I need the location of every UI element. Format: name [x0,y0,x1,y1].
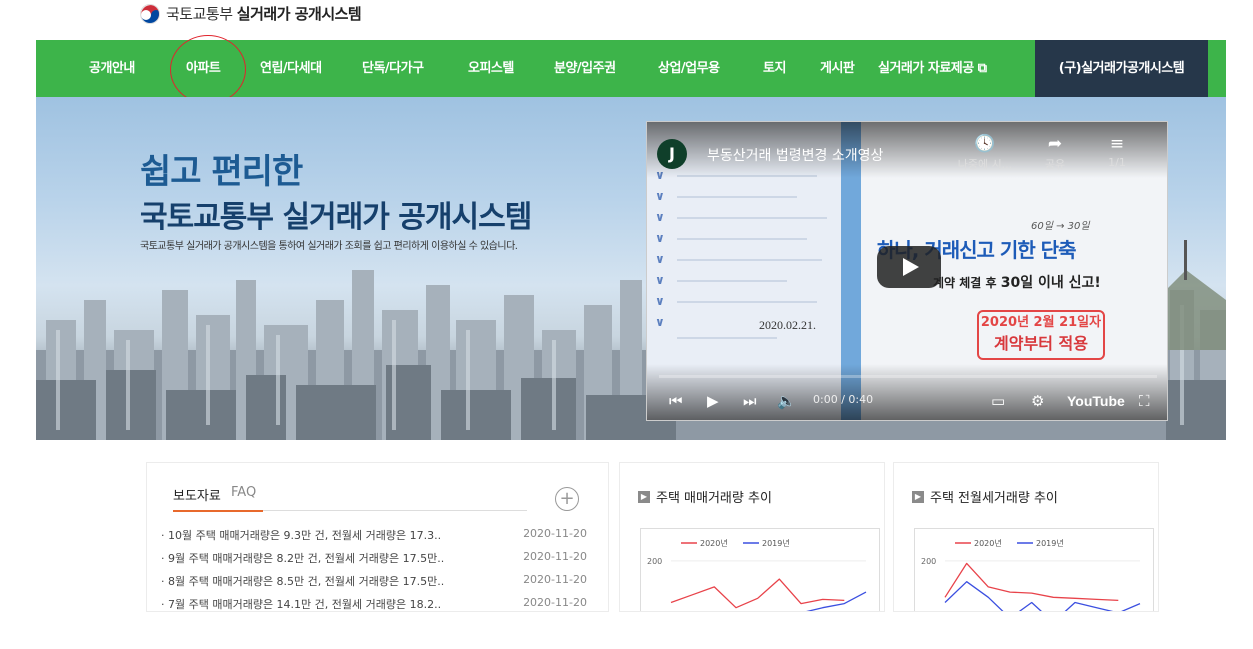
nav-item-rowhouse[interactable]: 연립/다세대 [260,40,322,97]
video-progress-bar[interactable] [659,375,1157,378]
check-icon: ∨ [655,252,665,266]
list-item[interactable]: · 9월 주택 매매거래량은 8.2만 건, 전월세 거래량은 17.5만.. … [161,550,597,570]
watch-later-button[interactable]: 🕓 나중에 시... [955,134,1015,172]
list-item[interactable]: · 10월 주택 매매거래량은 9.3만 건, 전월세 거래량은 17.3.. … [161,527,597,547]
channel-avatar[interactable]: J [657,139,687,169]
series-line-2019년 [806,591,867,611]
highlight-circle [170,35,246,104]
taegeuk-icon [140,3,160,24]
play-button[interactable] [877,246,941,288]
share-icon: ➦ [1047,134,1063,154]
logo-prefix: 국토교통부 [166,5,233,23]
trade-panel-title: 주택 매매거래량 추이 [656,491,772,506]
tab-faq[interactable]: FAQ [231,485,256,500]
video-body-text: 계약 체결 후 30일 이내 신고! [933,275,1101,291]
legend-label: 2019년 [1036,538,1064,548]
gear-icon[interactable]: ⚙ [1031,392,1044,410]
video-stamp: 2020년 2월 21일자 계약부터 적용 [977,310,1105,360]
legend-label: 2019년 [762,538,790,548]
y-tick-label: 200 [921,557,936,566]
rent-volume-panel: ▶ 주택 전월세거래량 추이 200 2020년 2019년 [893,462,1159,612]
trade-chart: 200 2020년 2019년 [640,528,880,611]
video-subnote: 60일 → 30일 [1031,221,1090,232]
series-line-2020년 [670,578,845,609]
check-icon: ∨ [655,315,665,329]
nav-item-commercial[interactable]: 상업/업무용 [658,40,720,97]
rent-chart: 200 2020년 2019년 [914,528,1154,611]
video-title[interactable]: 부동산거래 법령변경 소개영상 [707,145,883,165]
trade-chart-svg: 200 2020년 2019년 [647,538,867,611]
youtube-video-player[interactable]: ∨ ∨ ∨ ∨ ∨ ∨ ∨ ∨ 2020.02.21. 60일 → 30일 하나… [646,121,1168,421]
nav-item-presale[interactable]: 분양/입주권 [554,40,616,97]
next-icon[interactable]: ⏭ [743,392,757,410]
list-item[interactable]: · 7월 주택 매매거래량은 14.1만 건, 전월세 거래량은 18.2.. … [161,596,597,611]
video-time: 0:00 / 0:40 [813,393,874,406]
y-tick-label: 200 [647,557,662,566]
check-icon: ∨ [655,189,665,203]
site-logo[interactable]: 국토교통부 실거래가 공개시스템 [140,3,362,24]
legend-label: 2020년 [974,538,1002,548]
logo-name: 실거래가 공개시스템 [236,5,362,23]
nav-old-label: (구)실거래가공개시스템 [1058,61,1185,76]
rent-chart-svg: 200 2020년 2019년 [921,538,1141,611]
rent-panel-title: 주택 전월세거래량 추이 [930,491,1058,506]
check-icon: ∨ [655,273,665,287]
captions-icon[interactable]: ▭ [991,392,1005,410]
youtube-logo[interactable]: YouTube [1067,393,1125,409]
news-panel: 보도자료 FAQ + · 10월 주택 매매거래량은 9.3만 건, 전월세 거… [146,462,609,612]
series-line-2020년 [944,562,1119,602]
legend-label: 2020년 [700,538,728,548]
hero-description: 국토교통부 실거래가 공개시스템을 통하여 실거래가 조회를 쉽고 편리하게 이… [140,241,518,252]
nav-item-data[interactable]: 실거래가 자료제공 ⧉ [878,40,987,97]
video-date-note: 2020.02.21. [759,318,816,332]
playlist-button[interactable]: ≡ 1/1 [1087,134,1147,169]
news-tabs: 보도자료 FAQ [173,485,527,512]
fullscreen-icon[interactable]: ⛶ [1139,392,1150,410]
series-line-2019년 [944,581,1141,611]
playlist-icon: ≡ [1109,134,1125,154]
nav-item-old-system[interactable]: (구)실거래가공개시스템 [1035,40,1208,97]
nav-item-land[interactable]: 토지 [763,40,786,97]
list-item[interactable]: · 8월 주택 매매거래량은 8.5만 건, 전월세 거래량은 17.5만.. … [161,573,597,593]
nav-item-guide[interactable]: 공개안내 [89,40,135,97]
check-icon: ∨ [655,210,665,224]
check-icon: ∨ [655,294,665,308]
arrow-icon: ▶ [638,490,650,503]
previous-icon[interactable]: ⏮ [669,392,683,410]
share-button[interactable]: ➦ 공유 [1025,134,1085,172]
trade-volume-panel: ▶ 주택 매매거래량 추이 200 2020년 2019년 [619,462,885,612]
volume-icon[interactable]: 🔈 [777,392,796,410]
logo-bar: 국토교통부 실거래가 공개시스템 [0,0,1253,40]
nav-item-officetel[interactable]: 오피스텔 [468,40,514,97]
play-icon[interactable]: ▶ [707,392,719,410]
nav-item-board[interactable]: 게시판 [820,40,855,97]
hero-title: 국토교통부 실거래가 공개시스템 [140,200,532,235]
more-plus-button[interactable]: + [555,487,579,511]
hero-tagline: 쉽고 편리한 [140,152,303,192]
arrow-icon: ▶ [912,490,924,503]
nav-item-detached[interactable]: 단독/다가구 [362,40,424,97]
check-icon: ∨ [655,231,665,245]
clock-icon: 🕓 [974,134,996,154]
